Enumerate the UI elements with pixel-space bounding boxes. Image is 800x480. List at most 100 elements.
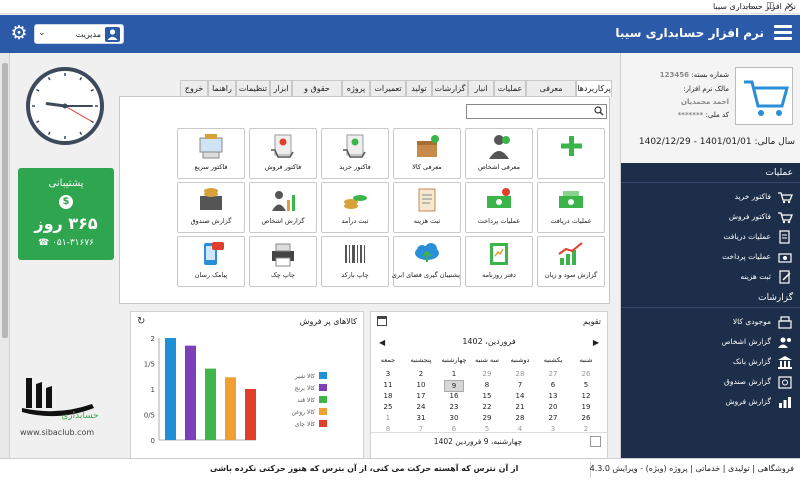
- refresh-icon[interactable]: ↻: [137, 316, 145, 327]
- tab-2[interactable]: عملیات: [494, 80, 526, 97]
- tile-label: ثبت درآمد: [341, 217, 369, 225]
- calendar-day[interactable]: 26: [569, 413, 603, 423]
- calendar-day[interactable]: 17: [404, 391, 438, 401]
- calendar-day[interactable]: 5: [569, 380, 603, 390]
- tab-3[interactable]: انبار: [468, 80, 494, 97]
- logo-url[interactable]: www.sibaclub.com: [20, 428, 94, 437]
- tile-receipt-button[interactable]: ثبت هزینه: [393, 182, 461, 233]
- calendar-title: تقویم: [583, 317, 601, 326]
- calendar-day[interactable]: 29: [470, 369, 504, 379]
- hamburger-menu-icon[interactable]: [774, 25, 792, 43]
- tab-7[interactable]: پروژه: [342, 80, 370, 97]
- tab-6[interactable]: تعمیرات: [370, 80, 406, 97]
- tab-10[interactable]: تنظیمات: [236, 80, 270, 97]
- tile-profit-chart-button[interactable]: گزارش سود و زیان: [537, 236, 605, 287]
- calendar-day[interactable]: 28: [503, 413, 537, 423]
- tile-invoice-buy-button[interactable]: فاکتور خرید: [321, 128, 389, 179]
- scrollbar-thumb[interactable]: [2, 63, 8, 338]
- calendar-day[interactable]: 27: [536, 369, 570, 379]
- tab-1[interactable]: معرفی اطلاعات: [526, 80, 576, 108]
- calendar-day[interactable]: 29: [470, 413, 504, 423]
- chevron-down-icon: ⌄: [38, 28, 46, 38]
- search-icon[interactable]: [594, 106, 604, 119]
- calendar-day[interactable]: 10: [404, 380, 438, 390]
- calendar-day[interactable]: 14: [503, 391, 537, 401]
- gear-icon[interactable]: ⚙: [9, 23, 29, 43]
- minimize-button[interactable]: —: [740, 0, 760, 14]
- calendar-day[interactable]: 25: [371, 402, 405, 412]
- calendar-day[interactable]: 21: [503, 402, 537, 412]
- tile-people-report-button[interactable]: گزارش اشخاص: [249, 182, 317, 233]
- tile-journal-button[interactable]: دفتر روزنامه: [465, 236, 533, 287]
- sidebar-item-receive[interactable]: عملیات دریافت: [623, 229, 795, 245]
- maximize-button[interactable]: ☐: [760, 0, 780, 14]
- calendar-day[interactable]: 3: [371, 369, 405, 379]
- calendar-day[interactable]: 28: [503, 369, 537, 379]
- sidebar-item-bank[interactable]: گزارش بانک: [623, 354, 795, 370]
- tile-money-out-button[interactable]: عملیات پرداخت: [465, 182, 533, 233]
- tile-money-in-button[interactable]: عملیات دریافت: [537, 182, 605, 233]
- tile-invoice-sell-button[interactable]: فاکتور فروش: [249, 128, 317, 179]
- tile-register-button[interactable]: فاکتور سریع: [177, 128, 245, 179]
- tab-8[interactable]: حقوق و دستمزد: [292, 80, 342, 108]
- tile-coins-button[interactable]: ثبت درآمد: [321, 182, 389, 233]
- calendar-day[interactable]: 12: [569, 391, 603, 401]
- today-checkbox[interactable]: [590, 436, 601, 447]
- tile-plus-button[interactable]: [537, 128, 605, 179]
- calendar-day[interactable]: 30: [437, 413, 471, 423]
- user-dropdown[interactable]: ⌄ مدیریت: [34, 24, 124, 44]
- calendar-day[interactable]: 31: [404, 413, 438, 423]
- calendar-day[interactable]: 20: [536, 402, 570, 412]
- tile-cloud-backup-button[interactable]: پشتیبان گیری فضای ابری: [392, 236, 461, 287]
- app-window: نرم افزار حسابداری سیبا — ☐ ✕ نرم افزار …: [0, 0, 800, 480]
- calendar-day[interactable]: 11: [371, 380, 405, 390]
- tab-11[interactable]: راهنما: [208, 80, 236, 97]
- tile-person-button[interactable]: معرفی اشخاص: [465, 128, 533, 179]
- vertical-scrollbar[interactable]: [0, 53, 10, 458]
- sidebar-item-people[interactable]: گزارش اشخاص: [623, 334, 795, 350]
- calendar-day[interactable]: 27: [536, 413, 570, 423]
- calendar-day[interactable]: 8: [470, 380, 504, 390]
- tile-label: پیامک رسان: [194, 271, 228, 279]
- calendar-day[interactable]: 7: [503, 380, 537, 390]
- tab-9[interactable]: ابزار: [270, 80, 292, 97]
- calendar-day[interactable]: 13: [536, 391, 570, 401]
- tab-5[interactable]: تولید: [406, 80, 432, 97]
- tile-box-button[interactable]: معرفی کالا: [393, 128, 461, 179]
- tile-barcode-button[interactable]: چاپ بارکد: [321, 236, 389, 287]
- calendar-day[interactable]: 26: [569, 369, 603, 379]
- calendar-day[interactable]: 22: [470, 402, 504, 412]
- sidebar-item-label: گزارش بانک: [732, 357, 771, 366]
- fiscal-year: سال مالی: 1401/01/01 - 1402/12/29: [638, 137, 795, 147]
- national-code-row: کد ملی: *******: [677, 111, 729, 119]
- calendar-day[interactable]: 16: [437, 391, 471, 401]
- sidebar-item-cart-out[interactable]: فاکتور فروش: [623, 209, 795, 225]
- calendar-day[interactable]: 19: [569, 402, 603, 412]
- sidebar-item-expense[interactable]: ثبت هزینه: [623, 269, 795, 285]
- tile-printer-button[interactable]: چاپ چک: [249, 236, 317, 287]
- calendar-day[interactable]: 1: [371, 413, 405, 423]
- calendar-day[interactable]: 2: [404, 369, 438, 379]
- sidebar-item-inventory[interactable]: موجودی کالا: [623, 314, 795, 330]
- tab-12[interactable]: خروج: [180, 80, 208, 97]
- calendar-day[interactable]: 15: [470, 391, 504, 401]
- sidebar-item-label: فاکتور فروش: [728, 212, 771, 221]
- sidebar-item-sales-chart[interactable]: گزارش فروش: [623, 394, 795, 410]
- sidebar-item-pay[interactable]: عملیات پرداخت: [623, 249, 795, 265]
- calendar-day[interactable]: 23: [437, 402, 471, 412]
- people-report-icon: [250, 186, 316, 214]
- next-month-button[interactable]: ▶: [593, 338, 599, 347]
- tile-sms-button[interactable]: پیامک رسان: [177, 236, 245, 287]
- calendar-day[interactable]: 18: [371, 391, 405, 401]
- sidebar-item-cart-in[interactable]: فاکتور خرید: [623, 189, 795, 205]
- calendar-day[interactable]: 24: [404, 402, 438, 412]
- tile-cashbox-button[interactable]: گزارش صندوق: [177, 182, 245, 233]
- support-card[interactable]: پشتیبانی $ ۳۶۵ روز ۰۵۱-۳۱۶۷۶ ☎: [18, 168, 114, 260]
- calendar-day[interactable]: 6: [536, 380, 570, 390]
- tab-4[interactable]: گزارشات: [432, 80, 468, 97]
- sidebar-item-safe[interactable]: گزارش صندوق: [623, 374, 795, 390]
- calendar-day[interactable]: 1: [437, 369, 471, 379]
- search-input[interactable]: [466, 104, 607, 119]
- sidebar-item-label: موجودی کالا: [732, 317, 771, 326]
- close-button[interactable]: ✕: [780, 0, 800, 14]
